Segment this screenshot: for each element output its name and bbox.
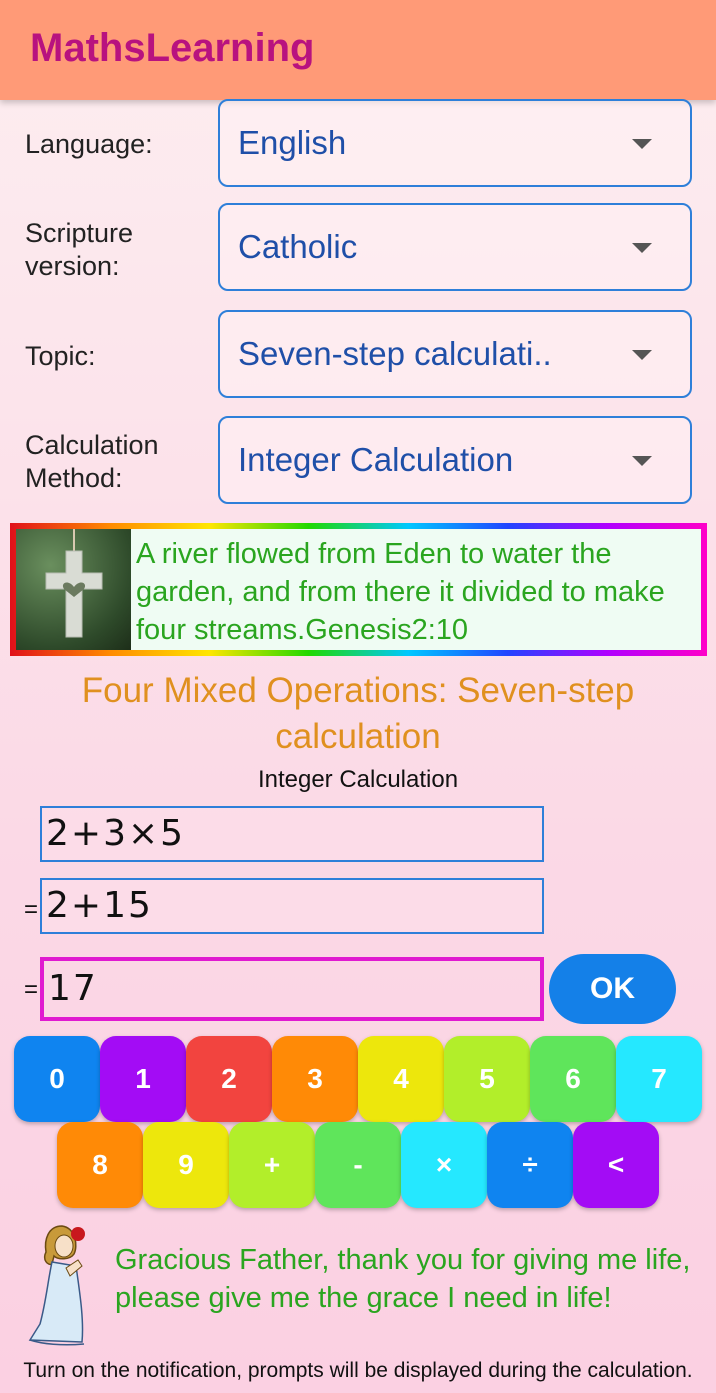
verse-text: A river flowed from Eden to water the ga… [136, 538, 665, 646]
scripture-dropdown[interactable]: Catholic [218, 203, 692, 291]
key-button[interactable]: 2 [186, 1036, 272, 1122]
key-button[interactable]: - [315, 1122, 401, 1208]
scripture-verse-panel: A river flowed from Eden to water the ga… [10, 523, 707, 656]
app-bar: MathsLearning [0, 0, 716, 100]
method-dropdown[interactable]: Integer Calculation [218, 416, 692, 504]
equals-sign: = [24, 976, 39, 1003]
key-button[interactable]: ÷ [487, 1122, 573, 1208]
key-button[interactable]: 7 [616, 1036, 702, 1122]
language-dropdown[interactable]: English [218, 99, 692, 187]
key-button[interactable]: 6 [530, 1036, 616, 1122]
lesson-title: Four Mixed Operations: Seven-step calcul… [81, 671, 635, 756]
scripture-value: Catholic [238, 228, 358, 265]
method-label-line2: Method: [25, 463, 123, 493]
key-button[interactable]: 9 [143, 1122, 229, 1208]
key-button[interactable]: 4 [358, 1036, 444, 1122]
ok-button[interactable]: OK [549, 954, 676, 1024]
key-button[interactable]: 5 [444, 1036, 530, 1122]
key-button[interactable]: 0 [14, 1036, 100, 1122]
answer-field[interactable]: 17 [40, 957, 544, 1021]
expression-field: 2+3×5 [40, 806, 544, 862]
language-value: English [238, 124, 347, 161]
scripture-verse-inner: A river flowed from Eden to water the ga… [16, 529, 701, 650]
equals-sign: = [24, 896, 39, 923]
step1-field[interactable]: 2+15 [40, 878, 544, 934]
scripture-label-line1: Scripture [25, 218, 134, 248]
key-button[interactable]: 8 [57, 1122, 143, 1208]
scripture-label: Scripture version: [25, 217, 133, 283]
chevron-down-icon [632, 139, 652, 149]
scripture-label-line2: version: [25, 251, 120, 281]
topic-label: Topic: [25, 341, 96, 371]
key-button[interactable]: + [229, 1122, 315, 1208]
prayer-text: Gracious Father, thank you for giving me… [115, 1244, 691, 1314]
chevron-down-icon [632, 456, 652, 466]
method-label-line1: Calculation [25, 430, 159, 460]
cross-pendant-icon [16, 529, 131, 650]
topic-dropdown[interactable]: Seven-step calculati.. [218, 310, 692, 398]
app-title: MathsLearning [30, 26, 315, 70]
chevron-down-icon [632, 350, 652, 360]
method-label: Calculation Method: [25, 429, 159, 495]
method-value: Integer Calculation [238, 441, 514, 478]
notification-hint: Turn on the notification, prompts will b… [23, 1359, 693, 1382]
key-button[interactable]: < [573, 1122, 659, 1208]
language-label: Language: [25, 129, 153, 159]
topic-value: Seven-step calculati.. [238, 335, 552, 372]
key-button[interactable]: 3 [272, 1036, 358, 1122]
lesson-method: Integer Calculation [257, 766, 459, 793]
chevron-down-icon [632, 243, 652, 253]
praying-girl-icon [22, 1220, 114, 1348]
key-button[interactable]: 1 [100, 1036, 186, 1122]
key-button[interactable]: × [401, 1122, 487, 1208]
